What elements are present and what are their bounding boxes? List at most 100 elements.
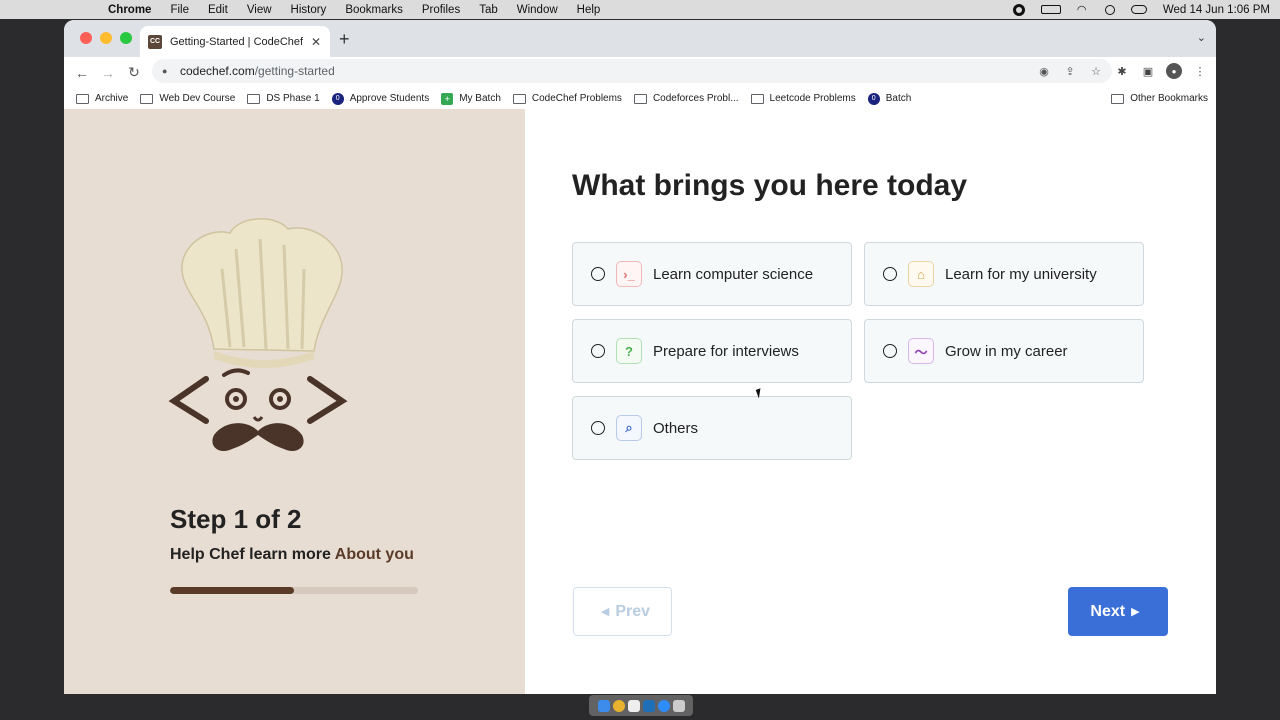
kebab-menu-icon[interactable]: ⋮	[1192, 63, 1208, 79]
site-favicon-icon: 0	[331, 92, 344, 105]
record-icon[interactable]	[1012, 3, 1025, 16]
lock-icon[interactable]: ●	[162, 66, 172, 76]
radio-button[interactable]	[591, 267, 605, 281]
toolbar-actions: ✱ ▣ ● ⋮	[1104, 63, 1208, 79]
tab-strip: CC Getting-Started | CodeChef ✕ + ⌄	[64, 20, 1216, 57]
back-icon[interactable]: ←	[74, 65, 90, 81]
textedit-icon[interactable]	[627, 699, 640, 712]
menu-tab[interactable]: Tab	[479, 4, 498, 16]
battery-icon[interactable]	[1040, 5, 1061, 14]
bookmark-codechef-problems[interactable]: CodeChef Problems	[512, 93, 622, 104]
next-button-label: Next	[1090, 602, 1126, 620]
folder-icon	[76, 93, 89, 104]
menu-history[interactable]: History	[291, 4, 327, 16]
search-icon: ⌕	[616, 415, 642, 441]
menu-edit[interactable]: Edit	[208, 4, 228, 16]
tab-close-icon[interactable]: ✕	[308, 35, 324, 49]
bookmark-approve-students[interactable]: 0 Approve Students	[331, 92, 429, 105]
search-icon[interactable]	[1104, 4, 1115, 15]
question-heading: What brings you here today	[572, 169, 968, 202]
option-others[interactable]: ⌕ Others	[572, 396, 852, 460]
chef-nose	[252, 416, 264, 422]
menu-window[interactable]: Window	[517, 4, 558, 16]
folder-icon	[247, 93, 261, 104]
bookmark-ds-phase-1[interactable]: DS Phase 1	[247, 93, 320, 104]
menubar-clock[interactable]: Wed 14 Jun 1:06 PM	[1163, 4, 1270, 16]
step-subtitle-prefix: Help Chef learn more	[170, 546, 335, 563]
new-tab-icon[interactable]: +	[339, 29, 350, 50]
bookmark-archive[interactable]: Archive	[76, 93, 128, 104]
profile-avatar[interactable]: ●	[1166, 63, 1182, 79]
menu-file[interactable]: File	[170, 4, 189, 16]
control-center-icon[interactable]	[1130, 5, 1147, 14]
omnibox-actions: ◉ ⇪ ☆	[1026, 63, 1104, 79]
share-icon[interactable]: ⇪	[1062, 63, 1078, 79]
window-minimize-button[interactable]	[100, 32, 112, 44]
window-close-button[interactable]	[80, 32, 92, 44]
url-path: /getting-started	[254, 64, 335, 78]
option-label: Others	[653, 419, 699, 437]
option-learn-computer-science[interactable]: ›_ Learn computer science	[572, 242, 852, 306]
chef-eyebrow	[222, 368, 250, 377]
menu-help[interactable]: Help	[577, 4, 601, 16]
tab-title: Getting-Started | CodeChef	[170, 35, 304, 48]
other-bookmarks[interactable]: Other Bookmarks	[1111, 93, 1208, 104]
menu-chrome[interactable]: Chrome	[108, 4, 151, 16]
bookmark-my-batch[interactable]: + My Batch	[441, 92, 501, 105]
bookmark-web-dev-course[interactable]: Web Dev Course	[140, 93, 235, 104]
radio-button[interactable]	[883, 267, 897, 281]
radio-button[interactable]	[883, 344, 897, 358]
browser-toolbar: ← → ↻ ● codechef.com/getting-started ◉ ⇪…	[64, 57, 1216, 88]
window-maximize-button[interactable]	[120, 32, 132, 44]
wifi-icon[interactable]: ◠	[1077, 4, 1089, 16]
prev-button-label: Prev	[615, 602, 651, 620]
menu-view[interactable]: View	[247, 4, 272, 16]
folder-icon	[750, 93, 764, 104]
side-panel-icon[interactable]: ▣	[1140, 63, 1156, 79]
bookmark-star-icon[interactable]: ☆	[1088, 63, 1104, 79]
reload-icon[interactable]: ↻	[126, 64, 142, 81]
option-prepare-for-interviews[interactable]: ? Prepare for interviews	[572, 319, 852, 383]
option-grow-in-career[interactable]: 〜 Grow in my career	[864, 319, 1144, 383]
bookmark-leetcode-problems[interactable]: Leetcode Problems	[750, 93, 856, 104]
radio-button[interactable]	[591, 421, 605, 435]
chef-eye-right-pupil	[277, 396, 283, 402]
option-label: Prepare for interviews	[653, 342, 799, 360]
option-learn-for-university[interactable]: ⌂ Learn for my university	[864, 242, 1144, 306]
right-angle-bracket	[307, 376, 348, 424]
folder-icon	[140, 93, 154, 104]
chrome-icon[interactable]	[612, 699, 625, 712]
menu-bookmarks[interactable]: Bookmarks	[345, 4, 403, 16]
radio-button[interactable]	[591, 344, 605, 358]
step-title: Step 1 of 2	[170, 504, 302, 534]
next-button[interactable]: Next ▶	[1068, 587, 1168, 636]
terminal-icon: ›_	[616, 261, 642, 287]
trash-icon[interactable]	[672, 699, 685, 712]
tab-getting-started[interactable]: CC Getting-Started | CodeChef ✕	[140, 26, 330, 57]
bookmark-batch[interactable]: 0 Batch	[867, 92, 911, 105]
tracking-eye-icon[interactable]: ◉	[1036, 63, 1052, 79]
address-bar[interactable]: ● codechef.com/getting-started ◉ ⇪ ☆	[152, 59, 1112, 83]
chevron-down-icon[interactable]: ⌄	[1197, 31, 1206, 44]
folder-icon	[633, 93, 647, 104]
triangle-right-icon: ▶	[1131, 606, 1140, 618]
zoom-icon[interactable]	[657, 699, 670, 712]
onboarding-side-panel: Step 1 of 2 Help Chef learn more About y…	[64, 109, 525, 694]
menu-profiles[interactable]: Profiles	[422, 4, 460, 16]
macos-dock	[589, 695, 693, 716]
step-progress-fill	[170, 587, 294, 594]
folder-icon	[512, 93, 526, 104]
folder-icon	[1111, 93, 1125, 104]
forward-icon[interactable]: →	[100, 65, 116, 81]
finder-icon[interactable]	[597, 699, 610, 712]
step-progress-bar	[170, 587, 418, 594]
prev-button[interactable]: ◀ Prev	[573, 587, 672, 636]
extensions-icon[interactable]: ✱	[1114, 63, 1130, 79]
site-favicon-icon: 0	[867, 92, 880, 105]
bookmarks-bar: Archive Web Dev Course DS Phase 1 0 Appro…	[64, 88, 1216, 110]
getting-started-page: Step 1 of 2 Help Chef learn more About y…	[64, 109, 1216, 694]
vscode-icon[interactable]	[642, 699, 655, 712]
browser-window: CC Getting-Started | CodeChef ✕ + ⌄ ← → …	[64, 20, 1216, 694]
bookmark-codeforces-problems[interactable]: Codeforces Probl...	[633, 93, 739, 104]
triangle-left-icon: ◀	[600, 606, 610, 618]
